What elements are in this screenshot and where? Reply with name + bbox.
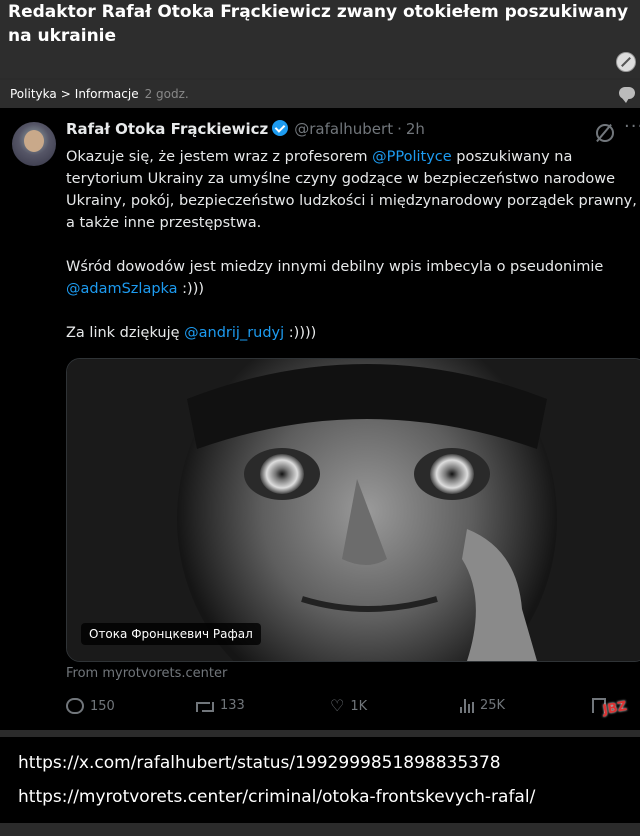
embedded-tweet: Rafał Otoka Frąckiewicz @rafalhubert · 2h ·… — [0, 108, 640, 730]
post-header: Redaktor Rafał Otoka Frąckiewicz zwany o… — [0, 0, 640, 78]
breadcrumb-separator: > — [60, 87, 71, 101]
tweet-url-link[interactable]: https://x.com/rafalhubert/status/1992999… — [18, 753, 501, 773]
category-link[interactable]: Polityka — [10, 87, 57, 101]
media-caption: Отока Фронцкевич Рафал — [81, 623, 261, 645]
avatar[interactable] — [12, 122, 56, 166]
tweet-paragraph: Wśród dowodów jest miedzy innymi debilny… — [66, 256, 638, 300]
post-time: 2 godz. — [144, 87, 189, 101]
breadcrumb: Polityka > Informacje 2 godz. — [10, 87, 189, 101]
source-links: https://x.com/rafalhubert/status/1992999… — [0, 737, 640, 823]
tweet-media-card[interactable]: Отока Фронцкевич Рафал — [66, 358, 640, 662]
dot-separator: · — [397, 120, 402, 138]
media-source[interactable]: From myrotvorets.center — [66, 666, 227, 681]
like-count: 1K — [350, 698, 368, 714]
footer-strip — [0, 823, 640, 836]
text-segment: Za link dziękuję — [66, 325, 185, 341]
tweet-text: Okazuje się, że jestem wraz z profesorem… — [66, 146, 638, 366]
author-name[interactable]: Rafał Otoka Frąckiewicz — [66, 120, 268, 138]
views-button[interactable]: 25K — [460, 698, 505, 713]
tweet-actions: 150 133 ♡ 1K 25K — [66, 698, 626, 722]
author-handle[interactable]: @rafalhubert — [294, 120, 393, 138]
post-meta: Polityka > Informacje 2 godz. — [0, 80, 640, 108]
tweet-time[interactable]: 2h — [406, 120, 425, 138]
views-count: 25K — [480, 698, 506, 713]
tweet-paragraph: Za link dziękuję @andrij_rudyj :)))) — [66, 322, 638, 344]
retweet-button[interactable]: 133 — [196, 698, 245, 713]
mention-link[interactable]: @andrij_rudyj — [184, 325, 284, 341]
text-segment: :)))) — [284, 325, 317, 341]
verified-badge-icon — [272, 120, 289, 136]
tweet-author[interactable]: Rafał Otoka Frąckiewicz @rafalhubert · 2h — [66, 120, 425, 138]
retweet-count: 133 — [220, 698, 245, 713]
mention-link[interactable]: @PPolityce — [372, 149, 452, 165]
portrait-photo — [67, 359, 640, 661]
source-url-link[interactable]: https://myrotvorets.center/criminal/otok… — [18, 787, 535, 807]
heart-icon: ♡ — [330, 696, 345, 715]
subcategory-link[interactable]: Informacje — [75, 87, 139, 101]
more-options-icon[interactable]: ··· — [624, 116, 640, 137]
views-icon — [460, 698, 474, 713]
like-button[interactable]: ♡ 1K — [330, 698, 367, 714]
external-link-icon[interactable] — [616, 52, 636, 72]
reply-icon — [66, 698, 84, 714]
mention-link[interactable]: @adamSzlapka — [66, 281, 178, 297]
retweet-icon — [196, 700, 214, 712]
reply-button[interactable]: 150 — [66, 698, 115, 714]
site-watermark: JBZ — [601, 699, 629, 718]
grok-icon[interactable] — [596, 124, 614, 142]
tweet-paragraph: Okazuje się, że jestem wraz z profesorem… — [66, 146, 638, 234]
text-segment: Wśród dowodów jest miedzy innymi debilny… — [66, 259, 604, 275]
text-segment: :))) — [177, 281, 205, 297]
comment-icon[interactable] — [619, 87, 635, 103]
reply-count: 150 — [90, 698, 115, 714]
post-title[interactable]: Redaktor Rafał Otoka Frąckiewicz zwany o… — [8, 0, 636, 48]
text-segment: Okazuje się, że jestem wraz z profesorem — [66, 149, 373, 165]
